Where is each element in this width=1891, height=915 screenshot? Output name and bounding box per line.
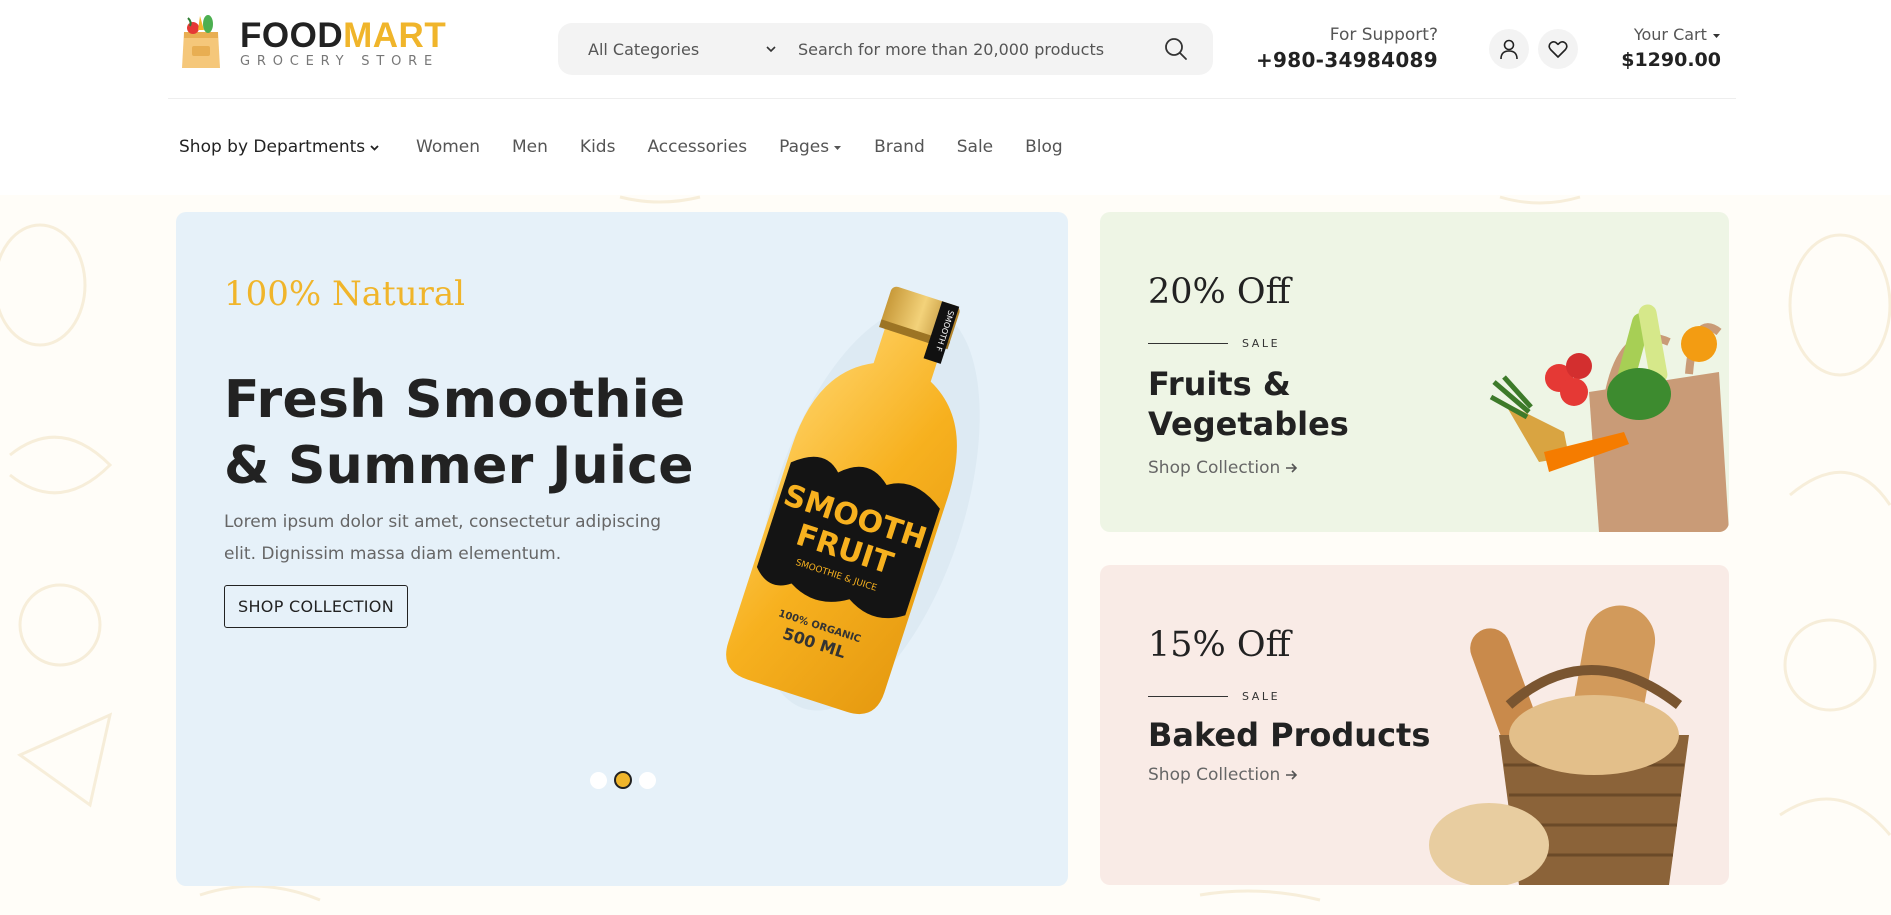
search-icon[interactable] (1163, 36, 1189, 62)
nav-item-label: Men (512, 137, 548, 157)
nav-item-accessories[interactable]: Accessories (647, 137, 747, 157)
user-icon (1500, 39, 1518, 60)
vegetable-bag-image (1489, 304, 1729, 532)
sale-label: SALE (1242, 690, 1281, 703)
category-select-label: All Categories (588, 39, 700, 59)
cart-label[interactable]: Your Cart (1621, 24, 1721, 46)
support-phone[interactable]: +980-34984089 (1256, 46, 1438, 74)
wishlist-button[interactable] (1538, 29, 1578, 69)
user-account-button[interactable] (1489, 29, 1529, 69)
slider-dot-3[interactable] (639, 771, 656, 789)
promo-title: Fruits & Vegetables (1148, 365, 1349, 443)
nav-item-label: Women (416, 137, 481, 157)
nav-item-label: Accessories (647, 137, 748, 157)
caret-down-icon (1713, 34, 1720, 38)
bread-basket-image (1429, 605, 1689, 885)
logo-subtitle: GROCERY STORE (240, 54, 439, 69)
grocery-bag-icon (182, 15, 220, 68)
promo-discount: 20% Off (1148, 272, 1291, 312)
nav-item-men[interactable]: Men (512, 137, 548, 157)
cart-total: $1290.00 (1621, 49, 1721, 71)
support-info: For Support? +980-34984089 (1256, 24, 1438, 74)
shop-collection-button[interactable]: SHOP COLLECTION (224, 585, 408, 628)
hero-banner: 100% Natural Fresh Smoothie & Summer Jui… (176, 212, 1068, 886)
nav-item-label: Kids (579, 137, 616, 157)
arrow-right-icon (1286, 770, 1298, 780)
promo-discount: 15% Off (1148, 625, 1291, 665)
logo-title: FOODMART (240, 16, 446, 56)
shop-collection-link[interactable]: Shop Collection (1148, 458, 1298, 478)
sale-line-divider (1148, 342, 1228, 345)
cart-label-text: Your Cart (1633, 25, 1707, 44)
nav-item-pages[interactable]: Pages (779, 137, 842, 157)
search-bar: All Categories (558, 23, 1213, 75)
search-input[interactable] (798, 23, 1158, 75)
promo-sale-tag: SALE (1148, 690, 1280, 703)
site-header: FOODMART GROCERY STORE All Categories Fo… (0, 0, 1891, 99)
sale-line-divider (1148, 695, 1228, 698)
nav-item-sale[interactable]: Sale (957, 137, 993, 157)
banner-description: Lorem ipsum dolor sit amet, consectetur … (224, 512, 662, 564)
logo-title-food: FOOD (240, 16, 344, 55)
nav-item-women[interactable]: Women (416, 137, 480, 157)
promo-card-bakery: 15% Off SALE Baked Products Shop Collect… (1100, 565, 1729, 885)
logo-title-mart: MART (343, 16, 447, 55)
promo-title: Baked Products (1148, 716, 1431, 754)
banner-eyebrow: 100% Natural (224, 274, 465, 314)
shop-by-departments-dropdown[interactable]: Shop by Departments (179, 137, 380, 157)
chevron-down-icon (766, 46, 776, 53)
shop-collection-link-label: Shop Collection (1148, 765, 1281, 785)
nav-item-label: Sale (956, 137, 994, 157)
caret-down-icon (834, 145, 842, 150)
cart-summary[interactable]: Your Cart $1290.00 (1621, 24, 1721, 74)
nav-item-kids[interactable]: Kids (580, 137, 616, 157)
sale-label: SALE (1242, 337, 1281, 350)
slider-pagination (590, 771, 656, 789)
logo[interactable]: FOODMART GROCERY STORE (178, 12, 446, 72)
nav-item-label: Blog (1025, 137, 1063, 157)
nav-item-brand[interactable]: Brand (874, 137, 925, 157)
shop-collection-link-label: Shop Collection (1148, 458, 1281, 478)
heart-icon (1548, 40, 1568, 58)
banner-title: Fresh Smoothie & Summer Juice (224, 370, 694, 496)
nav-menu: Women Men Kids Accessories Pages Brand S… (416, 137, 1063, 157)
promo-card-fruits: 20% Off SALE Fruits & Vegetables Shop Co… (1100, 212, 1729, 532)
slider-dot-2[interactable] (614, 771, 632, 789)
arrow-right-icon (1286, 463, 1298, 473)
departments-label: Shop by Departments (179, 137, 366, 157)
promo-sale-tag: SALE (1148, 337, 1280, 350)
chevron-down-icon (370, 144, 379, 151)
main-nav: Shop by Departments Women Men Kids Acces… (0, 99, 1891, 195)
juice-bottle-image: SMOOTH F SMOOTH FRUIT SMOOTHIE & JUICE 1… (726, 286, 980, 715)
slider-dot-1[interactable] (590, 771, 607, 789)
nav-item-label: Pages (779, 137, 830, 157)
shop-collection-link[interactable]: Shop Collection (1148, 765, 1298, 785)
nav-item-blog[interactable]: Blog (1025, 137, 1063, 157)
category-select[interactable]: All Categories (588, 23, 778, 75)
nav-item-label: Brand (874, 137, 925, 157)
support-label: For Support? (1329, 25, 1438, 45)
